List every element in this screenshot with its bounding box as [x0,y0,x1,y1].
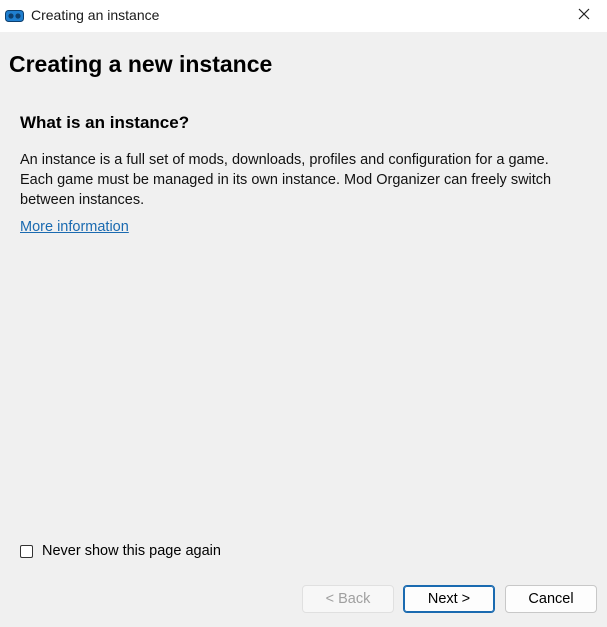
next-button[interactable]: Next > [403,585,495,613]
mod-organizer-icon [5,9,24,22]
cancel-button[interactable]: Cancel [505,585,597,613]
more-information-link[interactable]: More information [20,219,129,235]
window-title: Creating an instance [31,7,160,23]
never-show-checkbox[interactable] [20,544,33,558]
section-title: What is an instance? [20,113,190,132]
title-bar: Creating an instance [0,0,607,32]
wizard-window: Creating an instance Creating a new inst… [0,0,607,627]
never-show-checkbox-row[interactable]: Never show this page again [20,543,221,559]
description-text: An instance is a full set of mods, downl… [20,152,552,208]
back-button[interactable]: < Back [302,585,394,613]
close-button[interactable] [561,0,607,32]
never-show-label[interactable]: Never show this page again [42,543,221,559]
close-icon [578,7,590,25]
page-title: Creating a new instance [9,51,273,77]
